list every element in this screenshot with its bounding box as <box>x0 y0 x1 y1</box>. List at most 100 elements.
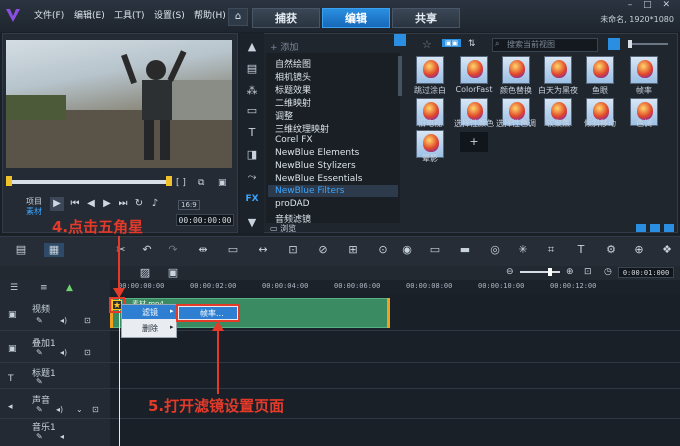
expand-corner-icon[interactable] <box>394 34 406 46</box>
home-tab-icon[interactable]: ⌂ <box>228 8 248 26</box>
3d-title-icon[interactable]: ✳ <box>516 243 530 257</box>
add-button[interactable]: + 添加 <box>270 40 298 53</box>
track-edit-icon[interactable]: ✎ <box>36 377 43 386</box>
go-end-icon[interactable]: ⏭ <box>116 197 130 211</box>
screen-record-icon[interactable]: ▬ <box>458 243 472 257</box>
transition-icon[interactable]: ▭ <box>245 104 259 118</box>
down-arrow-icon[interactable]: ▼ <box>245 216 259 230</box>
track-lock-icon[interactable]: ⊡ <box>92 405 99 414</box>
options-icon[interactable] <box>636 224 646 232</box>
track-expand-icon[interactable]: ⌄ <box>76 405 83 414</box>
filter-thumbnail[interactable] <box>586 56 614 84</box>
video-track-icon[interactable]: ▣ <box>8 310 17 320</box>
graphic-icon[interactable]: ◨ <box>245 148 259 162</box>
filter-category-item[interactable]: NewBlue Elements <box>275 148 359 158</box>
instant-project-icon[interactable]: ⁂ <box>245 84 259 98</box>
menu-edit[interactable]: 编辑(E) <box>74 8 105 21</box>
menu-settings[interactable]: 设置(S) <box>154 8 185 21</box>
context-menu-delete[interactable]: 删除 <box>142 323 158 334</box>
repeat-icon[interactable]: ↻ <box>132 197 146 211</box>
options-icon-2[interactable] <box>650 224 660 232</box>
settings-icon[interactable]: ⚙ <box>604 243 618 257</box>
filter-category-item[interactable]: Corel FX <box>275 135 313 145</box>
track-manager-icon[interactable]: ☰ <box>10 283 18 293</box>
mode-clip-label[interactable]: 素材 <box>26 206 42 217</box>
list-scrollbar[interactable] <box>398 56 402 96</box>
text-icon[interactable]: T <box>574 243 588 257</box>
volume-icon[interactable]: ♪ <box>148 197 162 211</box>
track-edit-icon[interactable]: ✎ <box>36 405 43 414</box>
filter-category-item[interactable]: 调整 <box>275 109 293 122</box>
zoom-slider[interactable] <box>520 271 560 273</box>
tab-capture[interactable]: 捕获 <box>252 8 320 28</box>
marker-icon[interactable]: ▲ <box>66 283 73 293</box>
image-icon[interactable]: ▨ <box>138 266 152 280</box>
camera-icon[interactable]: ⌗ <box>544 243 558 257</box>
mask-icon[interactable]: ◎ <box>488 243 502 257</box>
record-capture-icon[interactable]: ▭ <box>226 243 240 257</box>
filter-category-item[interactable]: 标题效果 <box>275 83 311 96</box>
fit-icon[interactable]: ⇹ <box>196 243 210 257</box>
options-icon-3[interactable] <box>664 224 674 232</box>
subtitle-icon[interactable]: ▭ <box>428 243 442 257</box>
filter-thumbnail[interactable] <box>630 56 658 84</box>
track-volume-icon[interactable]: ◂) <box>60 316 67 325</box>
menu-help[interactable]: 帮助(H) <box>194 8 226 21</box>
filter-category-item[interactable]: 自然绘图 <box>275 57 311 70</box>
window-controls[interactable]: – □ ✕ <box>628 0 674 10</box>
filter-thumbnail[interactable] <box>416 56 444 84</box>
mark-brackets[interactable]: [ ] <box>176 178 186 188</box>
track-lock-icon[interactable]: ⊡ <box>84 348 91 357</box>
clip-trim-end[interactable] <box>387 298 390 328</box>
search-input[interactable]: 搜索当前视图 <box>492 38 598 52</box>
filter-thumbnail[interactable] <box>502 56 530 84</box>
redo-icon[interactable]: ↷ <box>166 243 180 257</box>
title-icon[interactable]: T <box>245 126 259 140</box>
timeline-view-icon[interactable]: ▦ <box>44 243 64 257</box>
filter-category-item[interactable]: 三维纹理映射 <box>275 122 329 135</box>
browse-button[interactable]: ▭ 浏览 <box>270 223 296 234</box>
track-edit-icon[interactable]: ✎ <box>36 348 43 357</box>
filter-thumbnail[interactable] <box>544 56 572 84</box>
filter-category-item[interactable]: proDAD <box>275 199 310 209</box>
audio-mixer-icon[interactable]: ⊞ <box>346 243 360 257</box>
fit-project-icon[interactable]: ⊡ <box>584 267 592 277</box>
motion-track-icon[interactable]: ⊙ <box>376 243 390 257</box>
trim-end-handle[interactable] <box>166 176 172 186</box>
speed-icon[interactable]: ⊘ <box>316 243 330 257</box>
tab-edit[interactable]: 编辑 <box>322 8 390 28</box>
aspect-ratio[interactable]: 16:9 <box>178 200 200 210</box>
paint-icon[interactable]: ❖ <box>660 243 674 257</box>
split-icon[interactable]: ⧉ <box>198 178 204 188</box>
thumbnail-size-slider-knob[interactable] <box>628 40 632 48</box>
tab-share[interactable]: 共享 <box>392 8 460 28</box>
menu-tools[interactable]: 工具(T) <box>114 8 145 21</box>
menu-file[interactable]: 文件(F) <box>34 8 64 21</box>
context-menu-filter[interactable]: 滤镜 <box>142 307 158 318</box>
track-edit-icon[interactable]: ✎ <box>36 432 43 441</box>
go-start-icon[interactable]: ⏮ <box>68 197 82 211</box>
sort-icon[interactable]: ⇅ <box>468 39 476 49</box>
zoom-slider-knob[interactable] <box>548 268 552 276</box>
filter-category-item[interactable]: NewBlue Stylizers <box>275 161 356 171</box>
chapter-icon[interactable]: ≡ <box>40 283 48 293</box>
timeline-timecode[interactable]: 0:00:01:000 <box>618 267 674 278</box>
filter-category-item[interactable]: 相机镜头 <box>275 70 311 83</box>
prev-frame-icon[interactable]: ◀ <box>84 197 98 211</box>
overlay-track-icon[interactable]: ▣ <box>8 344 17 354</box>
split-clip-icon[interactable]: ⊡ <box>286 243 300 257</box>
view-toggle-icon[interactable]: ▣▣ <box>442 39 462 47</box>
storyboard-view-icon[interactable]: ▤ <box>14 243 28 257</box>
track-lock-icon[interactable]: ⊡ <box>84 316 91 325</box>
track-volume-icon[interactable]: ◂) <box>56 405 63 414</box>
gif-icon[interactable]: ▣ <box>166 266 180 280</box>
filter-fx-icon[interactable]: FX <box>245 192 259 206</box>
add-filter-thumbnail[interactable]: + <box>460 132 488 152</box>
stretch-icon[interactable]: ↔ <box>256 243 270 257</box>
up-arrow-icon[interactable]: ▲ <box>245 40 259 54</box>
sound-icon[interactable]: ⊕ <box>632 243 646 257</box>
thumbnail-size-icon[interactable] <box>608 38 620 50</box>
filter-thumbnail[interactable] <box>460 56 488 84</box>
voice-track-icon[interactable]: ◂ <box>8 402 13 412</box>
preview-scrubber[interactable] <box>8 180 170 184</box>
